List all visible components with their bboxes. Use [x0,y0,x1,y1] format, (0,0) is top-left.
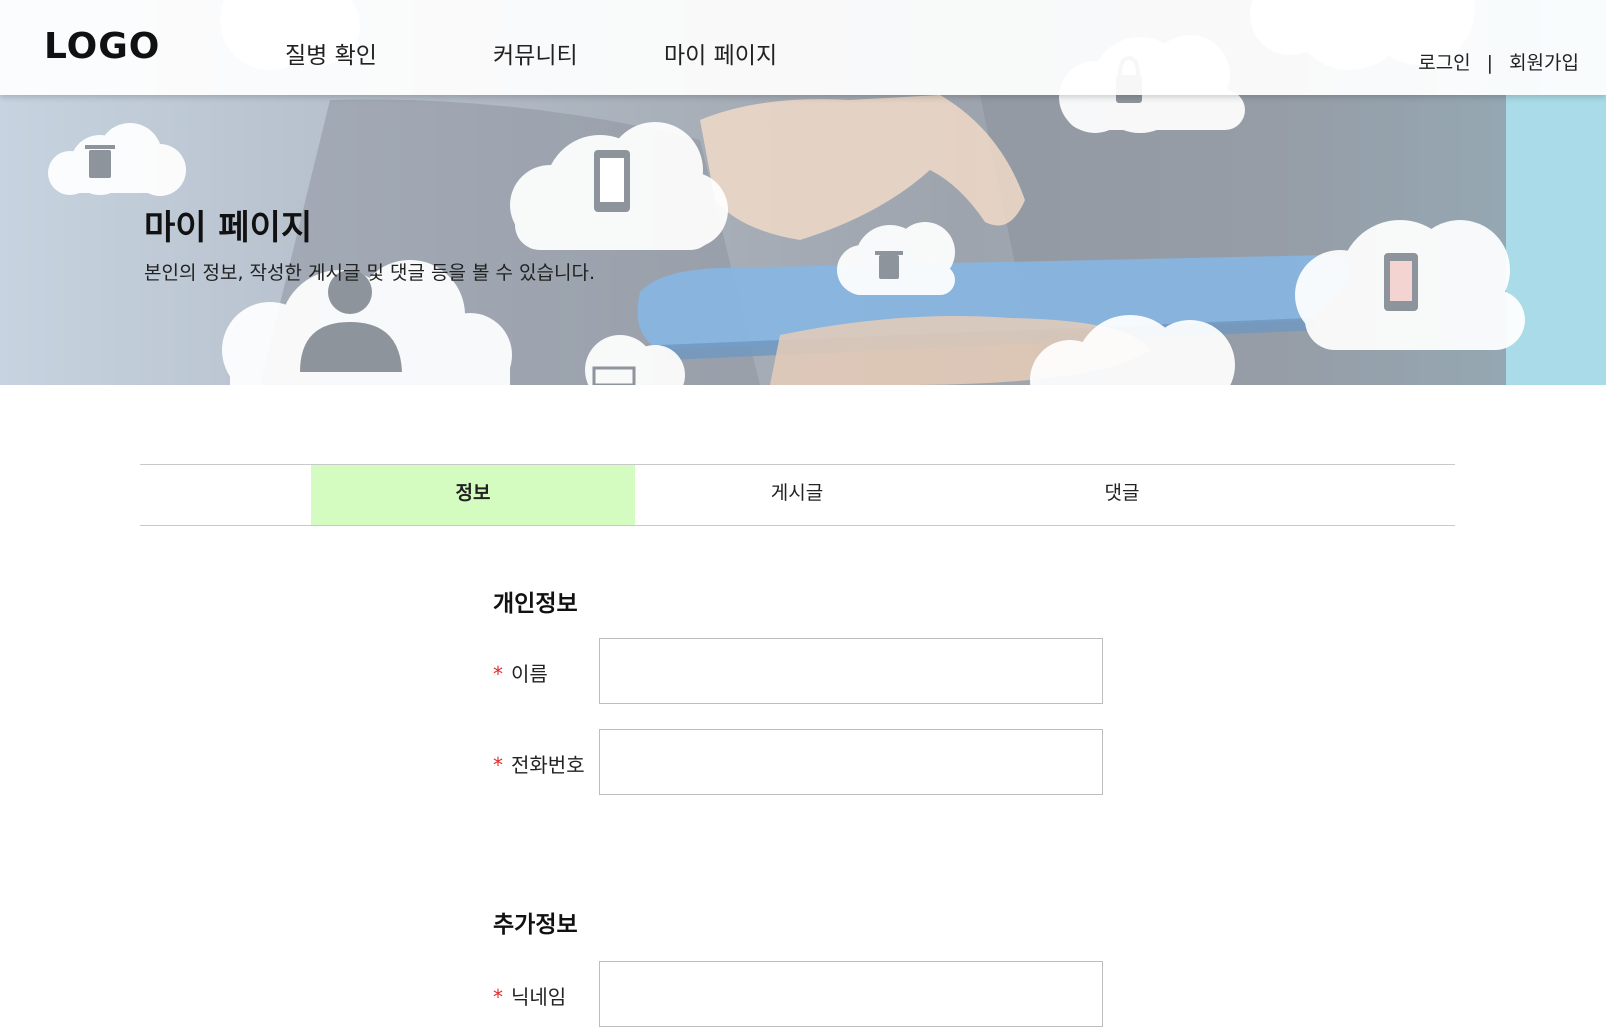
login-link[interactable]: 로그인 [1418,52,1470,74]
name-input[interactable] [599,638,1103,704]
tab-info[interactable]: 정보 [311,465,635,525]
section-title-personal: 개인정보 [493,591,578,617]
required-mark: * [493,753,503,777]
auth-separator: | [1486,52,1494,74]
field-label-name: * 이름 [493,658,548,687]
nav-item-community[interactable]: 커뮤니티 [493,36,578,70]
logo[interactable]: LOGO [44,26,160,67]
auth-links: 로그인 | 회원가입 [1418,48,1579,75]
phone-input[interactable] [599,729,1103,795]
top-header: LOGO 질병 확인 커뮤니티 마이 페이지 로그인 | 회원가입 [0,0,1606,95]
signup-link[interactable]: 회원가입 [1509,52,1579,74]
mypage-tabs: 정보 게시글 댓글 [140,464,1455,526]
required-mark: * [493,662,503,686]
tab-posts[interactable]: 게시글 [635,465,959,525]
tab-comments[interactable]: 댓글 [960,465,1284,525]
nav-item-disease-check[interactable]: 질병 확인 [285,36,377,70]
field-label-phone: * 전화번호 [493,749,585,778]
nickname-input[interactable] [599,961,1103,1027]
nav-item-my-page[interactable]: 마이 페이지 [664,36,777,70]
field-label-name-text: 이름 [511,662,548,686]
field-label-nickname: * 닉네임 [493,981,566,1010]
page-title: 마이 페이지 [144,208,313,248]
page-subtitle: 본인의 정보, 작성한 게시글 및 댓글 등을 볼 수 있습니다. [144,262,595,284]
field-label-nickname-text: 닉네임 [511,985,567,1009]
field-label-phone-text: 전화번호 [511,753,585,777]
required-mark: * [493,985,503,1009]
section-title-extra: 추가정보 [493,912,578,938]
